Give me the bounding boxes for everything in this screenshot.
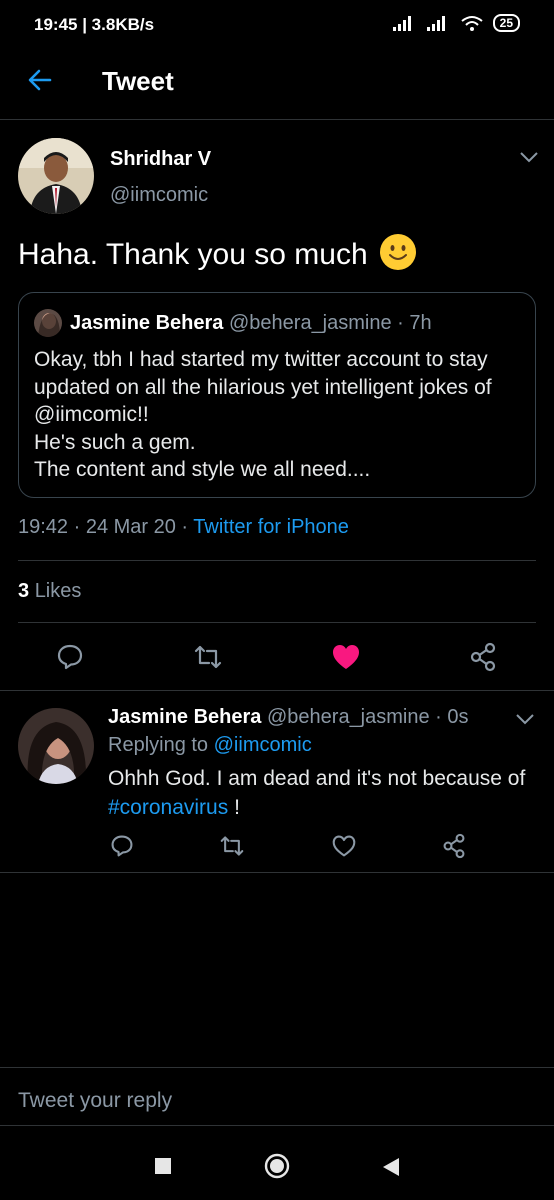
author-name[interactable]: Shridhar V — [110, 148, 211, 171]
reply-icon[interactable] — [56, 643, 84, 671]
quote-time: · 7h — [397, 312, 432, 334]
signal-icon — [392, 16, 411, 31]
signal-icon — [426, 16, 445, 31]
quote-author-line: Jasmine Behera @behera_jasmine · 7h — [70, 312, 432, 335]
smiley-emoji-icon — [380, 234, 416, 270]
share-icon[interactable] — [469, 642, 497, 672]
divider — [0, 1067, 554, 1068]
author-handle[interactable]: @iimcomic — [110, 184, 208, 207]
tweet-meta: 19:42 · 24 Mar 20 · Twitter for iPhone — [18, 516, 349, 539]
heart-liked-icon[interactable] — [331, 643, 361, 671]
battery-indicator: 25 — [492, 14, 520, 32]
chevron-down-icon[interactable] — [514, 712, 536, 726]
reply-input[interactable]: Tweet your reply — [18, 1089, 172, 1113]
retweet-icon[interactable] — [193, 643, 223, 671]
share-icon[interactable] — [442, 833, 466, 859]
reply-author-line: Jasmine Behera @behera_jasmine · 0s — [108, 706, 469, 729]
replying-to-link[interactable]: @iimcomic — [214, 734, 312, 756]
likes-label: Likes — [34, 580, 82, 602]
status-icons: 25 — [392, 14, 520, 32]
reply-author-handle[interactable]: @behera_jasmine — [267, 706, 430, 728]
divider — [0, 872, 554, 873]
divider — [18, 622, 536, 623]
reply-avatar[interactable] — [18, 708, 94, 784]
reply-trailing: ! — [228, 796, 240, 819]
reply-time: · 0s — [435, 706, 469, 728]
heart-icon[interactable] — [331, 834, 357, 858]
retweet-icon[interactable] — [219, 834, 245, 858]
hashtag-link[interactable]: #coronavirus — [108, 796, 228, 819]
reply-body: Ohhh God. I am dead and it's not because… — [108, 767, 526, 790]
tweet-source-link[interactable]: Twitter for iPhone — [193, 516, 349, 538]
tweet-text: Haha. Thank you so much — [18, 234, 416, 272]
likes-number: 3 — [18, 580, 30, 602]
quote-text: Okay, tbh I had started my twitter accou… — [34, 348, 492, 481]
tweet-body: Haha. Thank you so much — [18, 238, 368, 271]
tweet-timestamp: 19:42 · 24 Mar 20 · — [18, 516, 189, 538]
back-arrow-icon[interactable] — [26, 66, 54, 94]
divider — [0, 1125, 554, 1126]
chevron-down-icon[interactable] — [518, 150, 540, 164]
divider — [0, 690, 554, 691]
reply-icon[interactable] — [110, 834, 134, 858]
divider — [0, 119, 554, 120]
recent-apps-icon[interactable] — [154, 1157, 172, 1175]
status-time: 19:45 | 3.8KB/s — [34, 15, 155, 34]
divider — [18, 560, 536, 561]
reply-text: Ohhh God. I am dead and it's not because… — [108, 764, 538, 822]
back-triangle-icon[interactable] — [381, 1157, 401, 1177]
wifi-icon — [461, 16, 483, 31]
replying-to-line: Replying to @iimcomic — [108, 734, 312, 757]
replying-to-label: Replying to — [108, 734, 209, 756]
likes-count[interactable]: 3 Likes — [18, 580, 81, 603]
quote-author-name: Jasmine Behera — [70, 312, 224, 334]
quote-author-handle: @behera_jasmine — [228, 312, 392, 334]
avatar[interactable] — [18, 138, 94, 214]
page-title: Tweet — [102, 66, 174, 96]
home-icon[interactable] — [264, 1153, 290, 1179]
quote-avatar — [34, 309, 62, 337]
reply-author-name[interactable]: Jasmine Behera — [108, 706, 261, 728]
